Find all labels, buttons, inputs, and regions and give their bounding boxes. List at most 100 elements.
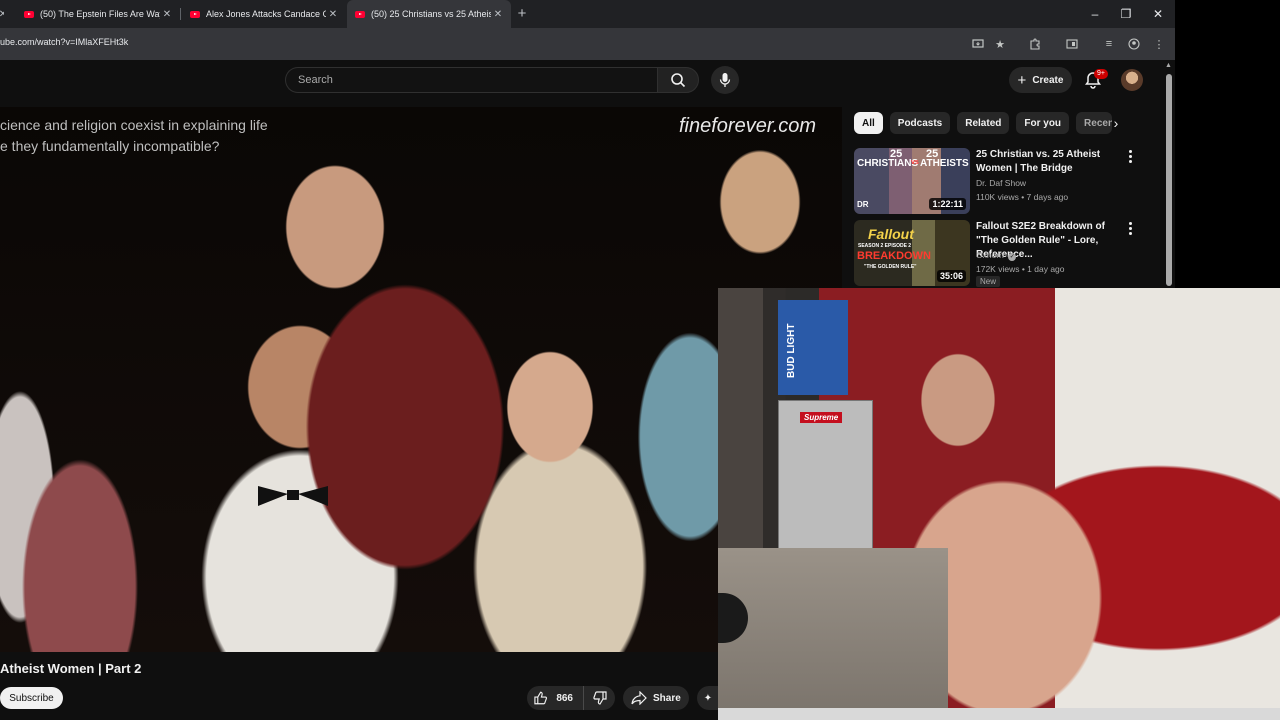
video-caption-line: cience and religion coexist in explainin… bbox=[0, 117, 268, 133]
thumbnail-text: "THE GOLDEN RULE" bbox=[864, 264, 917, 270]
close-icon[interactable]: ✕ bbox=[160, 9, 174, 20]
beer-box-label: BUD LIGHT bbox=[786, 323, 797, 378]
plus-icon: + bbox=[1017, 71, 1027, 89]
search-button[interactable] bbox=[657, 67, 699, 93]
side-panel-icon[interactable] bbox=[1062, 34, 1082, 54]
screen: ✕ (50) The Epstein Files Are Way Y ✕ Ale… bbox=[0, 0, 1280, 720]
thumbs-up-icon bbox=[534, 691, 548, 705]
media-control-icon[interactable]: ≡ bbox=[1099, 34, 1119, 54]
restore-icon[interactable]: ❐ bbox=[1116, 5, 1136, 23]
youtube-favicon-icon bbox=[24, 10, 34, 18]
recommendation-title[interactable]: 25 Christian vs. 25 Atheist Women | The … bbox=[976, 148, 1122, 176]
tab-title: (50) 25 Christians vs 25 Atheist bbox=[371, 9, 491, 19]
more-options-icon[interactable] bbox=[1124, 220, 1136, 236]
thumbnail-text: Fallout bbox=[868, 226, 914, 242]
recommendation-item[interactable]: Fallout SEASON 2 EPISODE 2 BREAKDOWN "TH… bbox=[854, 220, 1140, 287]
profile-icon[interactable] bbox=[1124, 34, 1144, 54]
like-button[interactable]: 866 bbox=[527, 686, 583, 710]
notification-badge: 9+ bbox=[1094, 69, 1108, 79]
desk-edge bbox=[718, 708, 1280, 720]
avatar[interactable] bbox=[1121, 69, 1143, 91]
tab-title: Alex Jones Attacks Candace Ow bbox=[206, 9, 326, 19]
verified-check-icon: ✓ bbox=[1008, 253, 1017, 261]
extensions-icon[interactable] bbox=[1025, 34, 1045, 54]
like-dislike-group: 866 bbox=[527, 686, 615, 710]
chevron-right-icon[interactable]: › bbox=[1108, 115, 1124, 131]
tab-epstein[interactable]: (50) The Epstein Files Are Way Y ✕ bbox=[16, 0, 180, 28]
youtube-favicon-icon bbox=[355, 10, 365, 18]
subscribe-button[interactable]: Subscribe bbox=[0, 687, 63, 709]
scrollbar-thumb[interactable] bbox=[1166, 74, 1172, 286]
video-player[interactable]: cience and religion coexist in explainin… bbox=[0, 107, 842, 652]
bowtie-graphic bbox=[258, 486, 328, 506]
chip-for-you[interactable]: For you bbox=[1016, 112, 1070, 134]
recommendation-meta: 110K views • 7 days ago bbox=[976, 192, 1069, 202]
chip-podcasts[interactable]: Podcasts bbox=[889, 112, 951, 134]
youtube-header: + Create 9+ bbox=[0, 60, 1175, 107]
minimize-icon[interactable]: – bbox=[1085, 5, 1105, 23]
create-button[interactable]: + Create bbox=[1009, 67, 1072, 93]
voice-search-button[interactable] bbox=[711, 66, 739, 94]
close-icon[interactable]: ✕ bbox=[0, 9, 4, 20]
tab-christians-atheists[interactable]: (50) 25 Christians vs 25 Atheist ✕ bbox=[347, 0, 511, 28]
channel-name: Oxhorn bbox=[976, 250, 1004, 260]
chip-related[interactable]: Related bbox=[957, 112, 1010, 134]
channel-logo-text: DR bbox=[857, 200, 869, 209]
search-icon bbox=[671, 73, 686, 88]
bookmark-star-icon[interactable]: ★ bbox=[990, 34, 1010, 54]
page-scrollbar[interactable]: ▲ bbox=[1164, 60, 1175, 288]
recommendation-item[interactable]: 25 CHRISTIANS vs 25 ATHEISTS DR 1:22:11 … bbox=[854, 148, 1140, 214]
floor bbox=[718, 548, 948, 720]
tab-partial[interactable]: ✕ bbox=[0, 0, 4, 28]
ask-sparkle-button[interactable]: ✦ bbox=[697, 686, 719, 710]
youtube-favicon-icon bbox=[190, 10, 200, 18]
microphone-icon bbox=[719, 73, 731, 87]
close-icon[interactable]: ✕ bbox=[491, 9, 505, 20]
close-icon[interactable]: ✕ bbox=[326, 9, 340, 20]
browser-tab-strip: ✕ (50) The Epstein Files Are Way Y ✕ Ale… bbox=[0, 0, 1175, 28]
fridge-sticker: Supreme bbox=[800, 412, 843, 423]
share-button[interactable]: Share bbox=[623, 686, 689, 710]
thumbnail-text: BREAKDOWN bbox=[857, 250, 931, 262]
tab-title: (50) The Epstein Files Are Way Y bbox=[40, 9, 160, 19]
more-options-icon[interactable] bbox=[1124, 148, 1136, 164]
sparkle-icon: ✦ bbox=[703, 692, 713, 704]
filter-chip-bar: All Podcasts Related For you Recent bbox=[854, 112, 1113, 134]
dislike-button[interactable] bbox=[583, 686, 615, 710]
search-box[interactable] bbox=[285, 67, 657, 93]
scroll-up-icon[interactable]: ▲ bbox=[1165, 62, 1172, 69]
new-tab-plus-icon[interactable]: + bbox=[514, 5, 530, 23]
create-label: Create bbox=[1032, 74, 1064, 86]
recommendation-channel[interactable]: Oxhorn ✓ bbox=[976, 250, 1017, 261]
chip-recent[interactable]: Recent bbox=[1076, 112, 1113, 134]
video-duration: 35:06 bbox=[936, 270, 966, 282]
thumbnail-text: ATHEISTS bbox=[920, 158, 969, 169]
video-duration: 1:22:11 bbox=[929, 198, 966, 210]
tab-alex-jones[interactable]: Alex Jones Attacks Candace Ow ✕ bbox=[182, 0, 346, 28]
recommendation-meta: 172K views • 1 day ago bbox=[976, 264, 1065, 274]
like-count: 866 bbox=[556, 692, 573, 704]
video-thumbnail[interactable]: Fallout SEASON 2 EPISODE 2 BREAKDOWN "TH… bbox=[854, 220, 970, 286]
video-title: Atheist Women | Part 2 bbox=[0, 661, 142, 676]
recommendation-channel[interactable]: Dr. Daf Show bbox=[976, 178, 1026, 188]
window-close-icon[interactable]: ✕ bbox=[1148, 5, 1168, 23]
webcam-overlay: BUD LIGHT Supreme bbox=[718, 288, 1280, 720]
install-app-icon[interactable] bbox=[968, 34, 988, 54]
share-label: Share bbox=[653, 692, 681, 704]
thumbnail-text: vs bbox=[911, 159, 919, 166]
address-bar[interactable]: ube.com/watch?v=IMlaXFEHt3k bbox=[0, 37, 128, 47]
browser-toolbar: ube.com/watch?v=IMlaXFEHt3k ★ ≡ ⋮ bbox=[0, 28, 1175, 60]
share-arrow-icon bbox=[631, 691, 647, 705]
search-input[interactable] bbox=[286, 68, 657, 92]
mini-fridge bbox=[778, 400, 873, 560]
thumbnail-text: CHRISTIANS bbox=[857, 158, 919, 169]
video-watermark: fineforever.com bbox=[679, 115, 817, 137]
browser-menu-icon[interactable]: ⋮ bbox=[1149, 34, 1169, 54]
video-thumbnail[interactable]: 25 CHRISTIANS vs 25 ATHEISTS DR 1:22:11 bbox=[854, 148, 970, 214]
video-caption-line: e they fundamentally incompatible? bbox=[0, 138, 220, 154]
thumbs-down-icon bbox=[592, 691, 607, 705]
thumbnail-text: SEASON 2 EPISODE 2 bbox=[858, 243, 912, 249]
desktop-background bbox=[1175, 0, 1280, 290]
chip-all[interactable]: All bbox=[854, 112, 883, 134]
tab-divider bbox=[180, 8, 181, 20]
